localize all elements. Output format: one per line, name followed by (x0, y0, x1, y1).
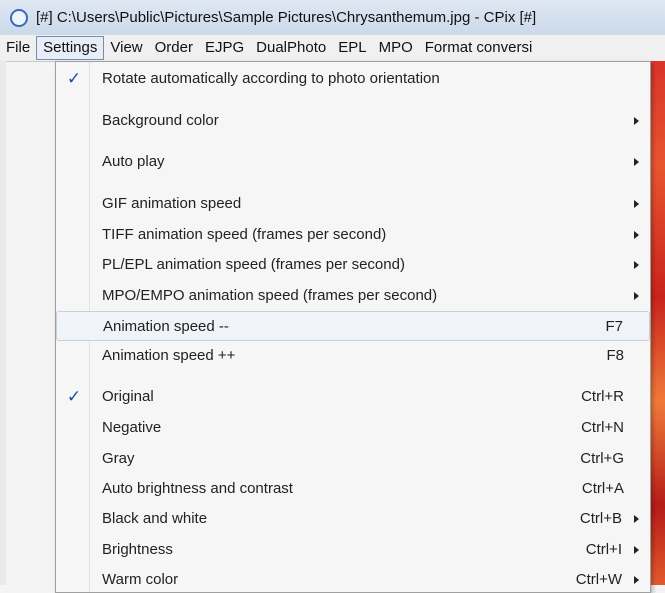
submenu-arrow-icon (634, 261, 639, 269)
title-bar: [#] C:\Users\Public\Pictures\Sample Pict… (0, 0, 665, 35)
checkmark-icon: ✓ (66, 69, 82, 88)
app-icon (10, 8, 28, 27)
menu-item-mpo-speed[interactable]: MPO/EMPO animation speed (frames per sec… (56, 281, 650, 311)
checkmark-icon: ✓ (66, 387, 82, 406)
menu-dualphoto[interactable]: DualPhoto (250, 37, 332, 59)
menu-item-shortcut: Ctrl+I (585, 541, 622, 558)
menu-item-label: Negative (102, 419, 162, 436)
menu-item-label: Gray (102, 450, 135, 467)
menu-view[interactable]: View (104, 37, 148, 59)
menu-item-original[interactable]: ✓ Original Ctrl+R (56, 382, 650, 412)
menu-file[interactable]: File (0, 37, 36, 59)
menu-item-black-and-white[interactable]: Black and white Ctrl+B (56, 504, 650, 534)
menu-item-label: Animation speed ++ (102, 347, 236, 364)
menu-item-tiff-speed[interactable]: TIFF animation speed (frames per second) (56, 220, 650, 250)
menu-mpo[interactable]: MPO (373, 37, 419, 59)
submenu-arrow-icon (634, 546, 639, 554)
menu-ejpg[interactable]: EJPG (199, 37, 250, 59)
menu-item-shortcut: Ctrl+N (581, 419, 624, 436)
menu-item-label: Auto brightness and contrast (102, 480, 293, 497)
menu-item-rotate-auto[interactable]: ✓ Rotate automatically according to phot… (56, 64, 650, 94)
menu-item-label: Brightness (102, 541, 173, 558)
submenu-arrow-icon (634, 576, 639, 584)
menu-item-animation-speed-plus[interactable]: Animation speed ++ F8 (56, 341, 650, 371)
menu-item-warm-color[interactable]: Warm color Ctrl+W (56, 565, 650, 592)
submenu-arrow-icon (634, 292, 639, 300)
menu-settings[interactable]: Settings (36, 36, 105, 60)
menu-item-label: Warm color (102, 571, 179, 588)
menu-item-negative[interactable]: Negative Ctrl+N (56, 413, 650, 443)
menu-item-shortcut: F7 (605, 318, 623, 335)
menu-item-shortcut: Ctrl+W (575, 571, 622, 588)
menu-item-label: Black and white (102, 510, 208, 527)
menu-bar: File Settings View Order EJPG DualPhoto … (0, 35, 665, 62)
menu-item-label: PL/EPL animation speed (frames per secon… (102, 256, 405, 273)
menu-item-shortcut: Ctrl+B (579, 510, 622, 527)
menu-item-gif-speed[interactable]: GIF animation speed (56, 189, 650, 219)
menu-format-conversion[interactable]: Format conversi (419, 37, 539, 59)
submenu-arrow-icon (634, 117, 639, 125)
menu-item-label: Original (102, 388, 154, 405)
menu-item-animation-speed-minus[interactable]: Animation speed -- F7 (56, 311, 650, 341)
menu-item-label: TIFF animation speed (frames per second) (102, 226, 387, 243)
menu-item-label: GIF animation speed (102, 195, 242, 212)
menu-item-label: Rotate automatically according to photo … (102, 70, 440, 87)
menu-item-label: Animation speed -- (103, 318, 229, 335)
menu-order[interactable]: Order (149, 37, 199, 59)
window-background-left (0, 61, 6, 585)
menu-item-shortcut: Ctrl+R (581, 388, 624, 405)
menu-epl[interactable]: EPL (332, 37, 372, 59)
menu-item-label: MPO/EMPO animation speed (frames per sec… (102, 287, 438, 304)
menu-item-shortcut: Ctrl+A (581, 480, 624, 497)
menu-item-shortcut: Ctrl+G (580, 450, 624, 467)
submenu-arrow-icon (634, 200, 639, 208)
menu-item-pl-speed[interactable]: PL/EPL animation speed (frames per secon… (56, 250, 650, 280)
menu-item-brightness[interactable]: Brightness Ctrl+I (56, 535, 650, 565)
menu-item-background-color[interactable]: Background color (56, 106, 650, 136)
submenu-arrow-icon (634, 231, 639, 239)
menu-item-gray[interactable]: Gray Ctrl+G (56, 444, 650, 474)
menu-item-shortcut: F8 (606, 347, 624, 364)
menu-item-auto-brightness-contrast[interactable]: Auto brightness and contrast Ctrl+A (56, 474, 650, 504)
menu-item-label: Background color (102, 112, 219, 129)
submenu-arrow-icon (634, 158, 639, 166)
menu-item-auto-play[interactable]: Auto play (56, 147, 650, 177)
submenu-arrow-icon (634, 515, 639, 523)
settings-dropdown-menu: ✓ Rotate automatically according to phot… (55, 61, 651, 593)
menu-item-label: Auto play (102, 153, 165, 170)
window-title: [#] C:\Users\Public\Pictures\Sample Pict… (36, 9, 537, 26)
